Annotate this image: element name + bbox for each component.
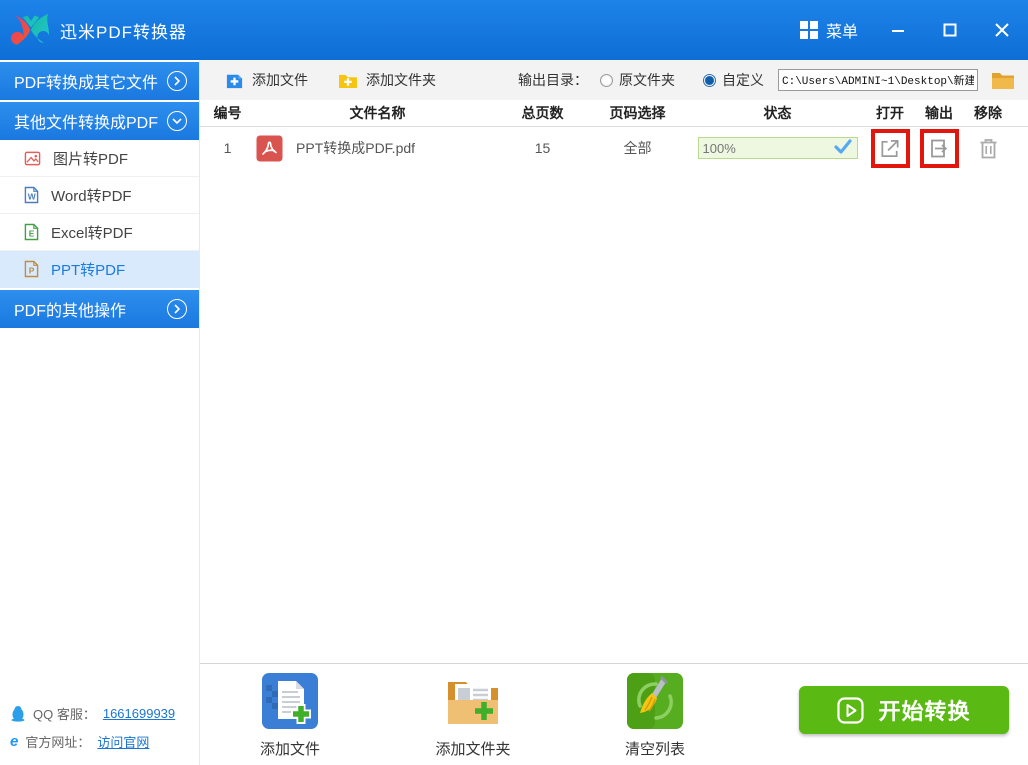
svg-text:P: P — [29, 266, 35, 276]
remove-file-button[interactable] — [977, 137, 999, 159]
add-file-icon — [225, 71, 244, 90]
menu-button[interactable]: 菜单 — [786, 0, 872, 60]
sidebar-section-pdf-other-ops[interactable]: PDF的其他操作 — [0, 290, 199, 328]
sidebar-section-label: PDF的其他操作 — [14, 297, 126, 321]
ie-icon: e — [10, 733, 18, 750]
pdf-file-icon — [256, 135, 283, 162]
output-dir-label: 输出目录： — [518, 70, 588, 90]
sidebar-section-label: 其他文件转换成PDF — [14, 109, 158, 133]
site-label: 官方网址： — [25, 732, 90, 751]
add-folder-big-button[interactable]: 添加文件夹 — [418, 672, 528, 759]
col-header-remove: 移除 — [963, 103, 1013, 123]
support-info: QQ 客服： 1661699939 e 官方网址： 访问官网 — [10, 695, 175, 751]
main-area: 添加文件 添加文件夹 输出目录： 原文件夹 自定义 — [200, 60, 1028, 765]
bottom-action-bar: 添加文件 添加文件夹 — [200, 663, 1028, 765]
sidebar-item-image-to-pdf[interactable]: 图片转PDF — [0, 140, 199, 177]
open-external-icon — [879, 137, 901, 160]
add-file-button[interactable]: 添加文件 — [225, 70, 308, 90]
annotation-open-highlight — [871, 129, 910, 168]
clear-list-big-button[interactable]: 清空列表 — [600, 672, 710, 759]
col-header-output: 输出 — [915, 103, 963, 123]
output-arrow-icon — [928, 137, 950, 160]
open-file-button[interactable] — [879, 137, 901, 159]
svg-text:E: E — [29, 229, 35, 239]
table-row: 1 PPT转换成PDF.pdf 15 全部 100% — [200, 127, 1028, 169]
open-output-button[interactable] — [928, 137, 950, 159]
col-header-status: 状态 — [690, 103, 865, 123]
annotation-output-highlight — [920, 129, 959, 168]
chevron-right-icon — [167, 71, 187, 91]
col-header-pages: 总页数 — [500, 103, 585, 123]
qq-icon — [10, 705, 26, 722]
radio-original-folder[interactable]: 原文件夹 — [600, 70, 675, 90]
menu-grid-icon — [800, 21, 818, 39]
add-folder-button[interactable]: 添加文件夹 — [338, 70, 436, 90]
menu-label: 菜单 — [826, 18, 858, 42]
radio-custom[interactable]: 自定义 — [703, 70, 764, 90]
row-page-select[interactable]: 全部 — [585, 138, 690, 158]
app-title: 迅米PDF转换器 — [60, 18, 187, 43]
progress-bar: 100% — [698, 137, 858, 159]
sidebar-item-label: Excel转PDF — [51, 222, 133, 243]
checkmark-icon — [833, 138, 853, 159]
col-header-page-select: 页码选择 — [585, 103, 690, 123]
close-button[interactable] — [976, 0, 1028, 60]
add-folder-big-icon — [444, 672, 502, 730]
chevron-down-icon — [167, 111, 187, 131]
app-window: 迅米PDF转换器 菜单 PDF转换成其它文件 其他文件转换成 — [0, 0, 1028, 765]
radio-custom-label: 自定义 — [722, 70, 764, 90]
start-convert-button[interactable]: 开始转换 — [799, 686, 1009, 734]
col-header-open: 打开 — [865, 103, 915, 123]
sidebar-item-label: Word转PDF — [51, 185, 132, 206]
excel-doc-icon: E — [24, 223, 39, 241]
minimize-button[interactable] — [872, 0, 924, 60]
qq-number-link[interactable]: 1661699939 — [103, 706, 175, 721]
add-file-big-button[interactable]: 添加文件 — [235, 672, 345, 759]
progress-value: 100% — [703, 141, 736, 156]
radio-original-label: 原文件夹 — [619, 70, 675, 90]
sidebar-section-label: PDF转换成其它文件 — [14, 69, 158, 93]
table-header: 编号 文件名称 总页数 页码选择 状态 打开 输出 移除 — [200, 100, 1028, 127]
sidebar-section-pdf-to-other[interactable]: PDF转换成其它文件 — [0, 62, 199, 100]
col-header-filename: 文件名称 — [255, 103, 500, 123]
row-pages: 15 — [500, 140, 585, 156]
sidebar-item-excel-to-pdf[interactable]: E Excel转PDF — [0, 214, 199, 251]
play-icon — [837, 697, 864, 724]
sidebar-item-label: 图片转PDF — [53, 148, 128, 169]
sidebar-item-ppt-to-pdf[interactable]: P PPT转PDF — [0, 251, 199, 288]
add-folder-icon — [338, 72, 358, 89]
app-logo-icon — [8, 9, 54, 51]
add-file-big-icon — [261, 672, 319, 730]
sidebar-item-word-to-pdf[interactable]: W Word转PDF — [0, 177, 199, 214]
output-path-input[interactable] — [778, 69, 978, 91]
radio-custom-icon — [703, 74, 716, 87]
chevron-right-icon — [167, 299, 187, 319]
row-filename: PPT转换成PDF.pdf — [296, 138, 415, 158]
word-doc-icon: W — [24, 186, 39, 204]
sidebar: PDF转换成其它文件 其他文件转换成PDF 图片转PDF W — [0, 60, 200, 765]
clear-list-big-icon — [626, 672, 684, 730]
col-header-no: 编号 — [200, 103, 255, 123]
add-file-big-label: 添加文件 — [235, 738, 345, 759]
browse-folder-button[interactable] — [990, 69, 1016, 91]
add-folder-label: 添加文件夹 — [366, 70, 436, 90]
start-convert-label: 开始转换 — [878, 694, 970, 726]
qq-label: QQ 客服： — [33, 704, 96, 723]
trash-icon — [978, 137, 999, 160]
titlebar: 迅米PDF转换器 菜单 — [0, 0, 1028, 60]
ppt-doc-icon: P — [24, 260, 39, 278]
sidebar-item-label: PPT转PDF — [51, 259, 125, 280]
sidebar-section-other-to-pdf[interactable]: 其他文件转换成PDF — [0, 102, 199, 140]
folder-icon — [991, 70, 1015, 90]
image-icon — [24, 150, 41, 167]
add-file-label: 添加文件 — [252, 70, 308, 90]
row-number: 1 — [200, 140, 255, 156]
add-folder-big-label: 添加文件夹 — [418, 738, 528, 759]
svg-text:W: W — [28, 192, 36, 202]
radio-original-icon — [600, 74, 613, 87]
maximize-button[interactable] — [924, 0, 976, 60]
official-site-link[interactable]: 访问官网 — [97, 732, 149, 751]
toolbar: 添加文件 添加文件夹 输出目录： 原文件夹 自定义 — [200, 60, 1028, 100]
clear-list-big-label: 清空列表 — [600, 738, 710, 759]
